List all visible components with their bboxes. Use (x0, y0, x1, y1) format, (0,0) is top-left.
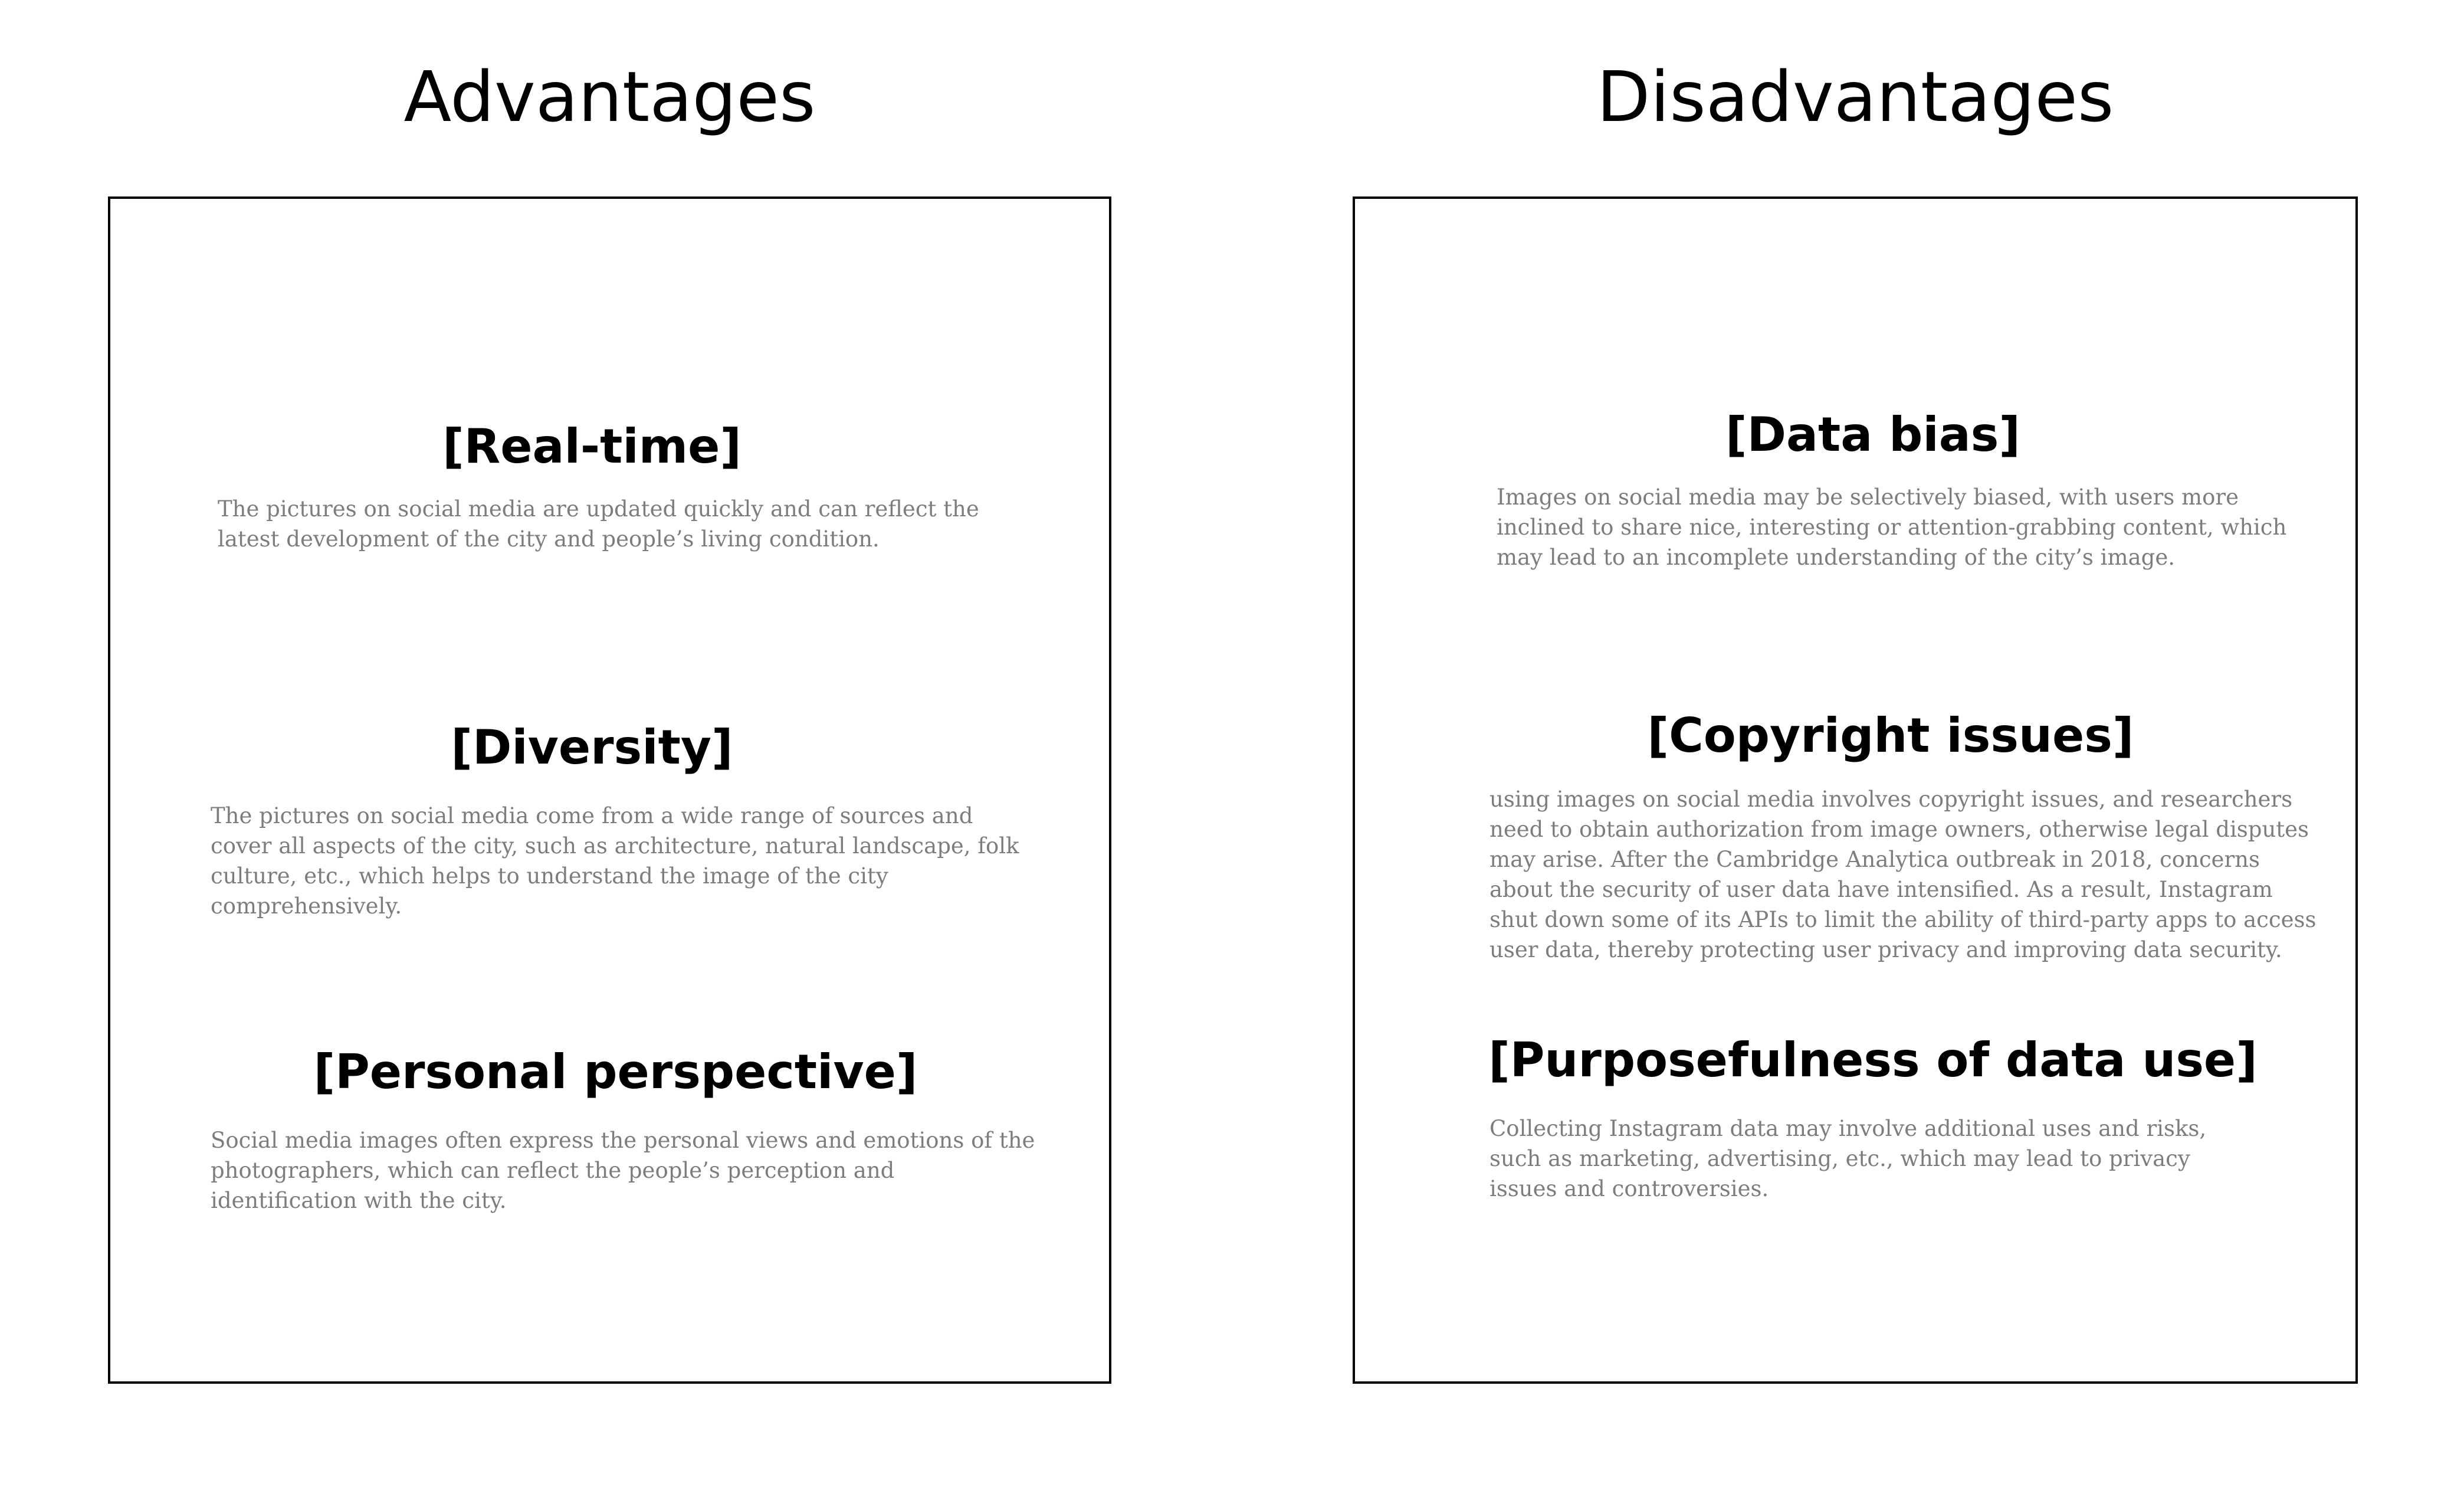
disadvantages-panel: [Data bias] Images on social media may b… (1353, 196, 2358, 1384)
disadvantages-title: Disadvantages (1596, 56, 2114, 137)
advantage-heading-personal-perspective: [Personal perspective] (313, 1044, 918, 1099)
disadvantage-heading-data-bias: [Data bias] (1725, 407, 2020, 462)
advantage-item-real-time: [Real-time] The pictures on social media… (110, 423, 1109, 552)
advantage-item-personal-perspective: [Personal perspective] Social media imag… (110, 1049, 1109, 1214)
disadvantage-item-data-bias: [Data bias] Images on social media may b… (1355, 411, 2355, 571)
disadvantage-text-purposefulness: Collecting Instagram data may involve ad… (1489, 1116, 2207, 1201)
advantage-heading-diversity: [Diversity] (451, 720, 733, 775)
advantage-text-diversity: The pictures on social media come from a… (211, 803, 1019, 919)
disadvantage-heading-copyright-issues: [Copyright issues] (1647, 708, 2134, 763)
disadvantage-item-purposefulness: [Purposefulness of data use] Collecting … (1355, 1037, 2355, 1202)
advantage-heading-real-time: [Real-time] (442, 419, 742, 474)
advantages-panel: [Real-time] The pictures on social media… (108, 196, 1111, 1384)
advantage-item-diversity: [Diversity] The pictures on social media… (110, 724, 1109, 919)
advantages-title: Advantages (403, 56, 816, 137)
advantage-text-real-time: The pictures on social media are updated… (218, 496, 979, 552)
disadvantage-heading-purposefulness: [Purposefulness of data use] (1488, 1033, 2258, 1088)
disadvantage-text-copyright-issues: using images on social media involves co… (1489, 787, 2317, 962)
disadvantage-item-copyright-issues: [Copyright issues] using images on socia… (1355, 712, 2355, 963)
advantage-text-personal-perspective: Social media images often express the pe… (211, 1128, 1035, 1213)
disadvantage-text-data-bias: Images on social media may be selectivel… (1497, 484, 2287, 570)
